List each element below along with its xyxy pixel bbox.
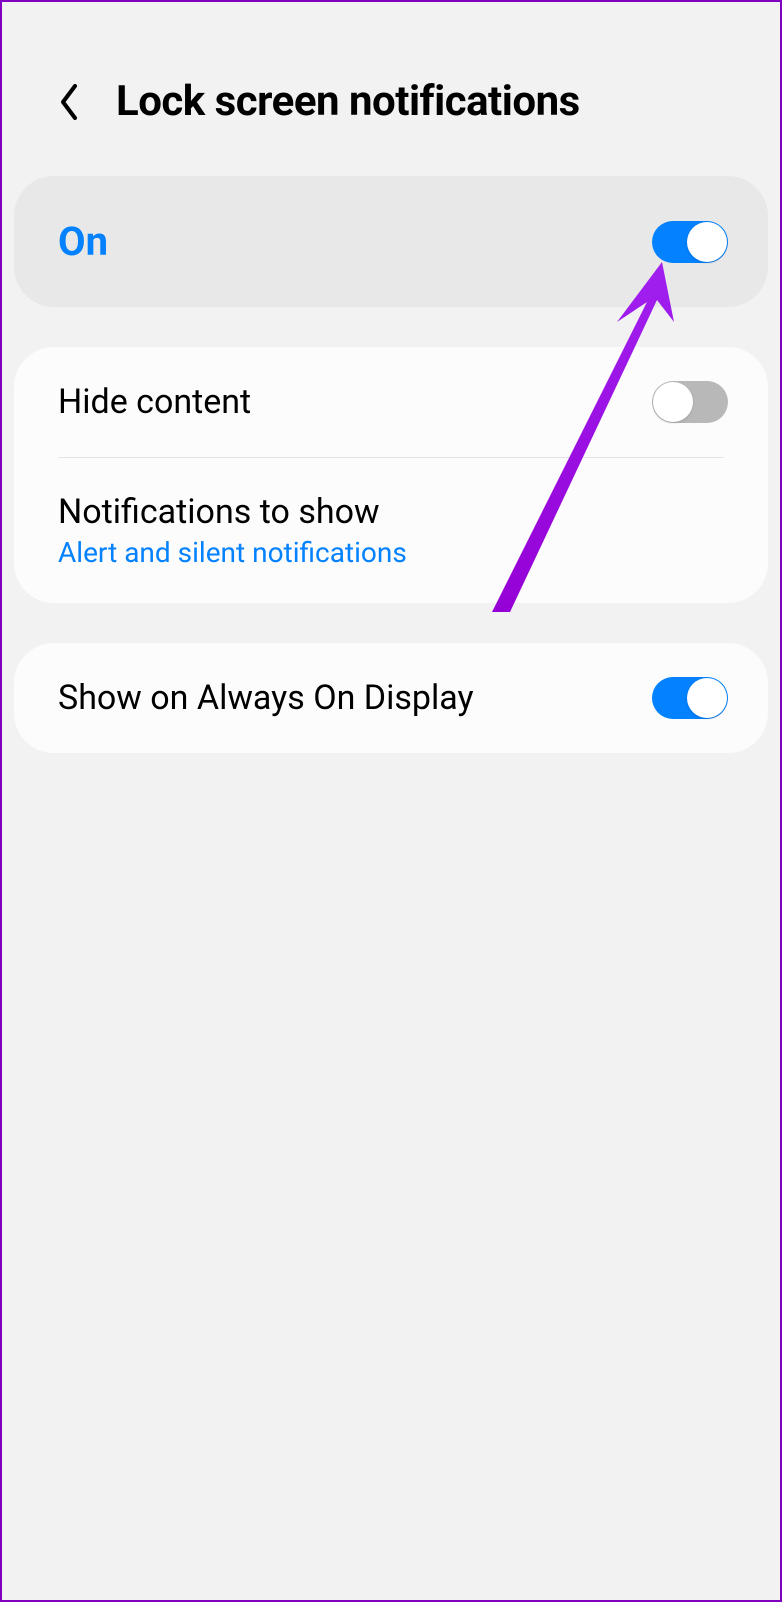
notifications-to-show-value: Alert and silent notifications	[58, 536, 407, 569]
toggle-knob	[653, 382, 693, 422]
toggle-knob	[687, 678, 727, 718]
hide-content-row[interactable]: Hide content	[14, 347, 768, 457]
notifications-to-show-row[interactable]: Notifications to show Alert and silent n…	[14, 458, 768, 603]
hide-content-toggle[interactable]	[652, 381, 728, 423]
settings-group-1: Hide content Notifications to show Alert…	[14, 347, 768, 603]
aod-row[interactable]: Show on Always On Display	[14, 643, 768, 753]
master-toggle-row[interactable]: On	[14, 176, 768, 307]
notifications-to-show-label: Notifications to show	[58, 492, 407, 532]
settings-group-2: Show on Always On Display	[14, 643, 768, 753]
master-toggle[interactable]	[652, 221, 728, 263]
hide-content-label: Hide content	[58, 382, 251, 422]
aod-toggle[interactable]	[652, 677, 728, 719]
master-toggle-label: On	[58, 218, 108, 265]
header: Lock screen notifications	[2, 2, 780, 176]
page-title: Lock screen notifications	[116, 77, 580, 126]
back-button[interactable]	[52, 85, 86, 119]
chevron-left-icon	[57, 82, 81, 122]
toggle-knob	[687, 222, 727, 262]
aod-label: Show on Always On Display	[58, 678, 474, 718]
